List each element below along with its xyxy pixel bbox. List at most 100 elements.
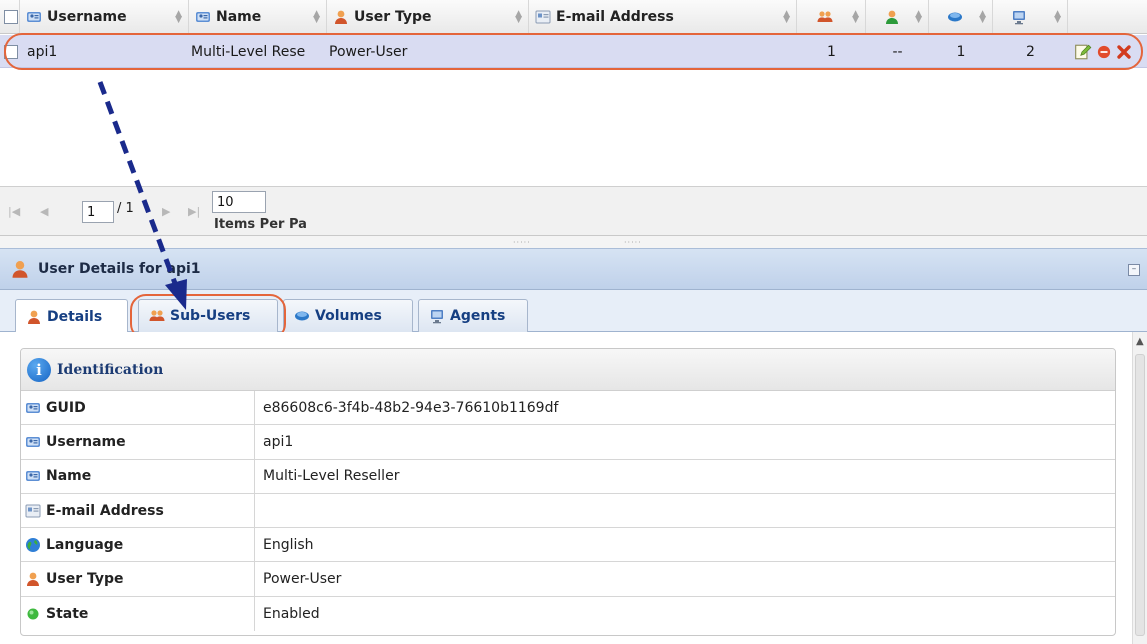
user-type-icon (335, 10, 347, 24)
first-page-icon[interactable]: |◀ (8, 205, 20, 218)
user-type-icon (27, 572, 39, 587)
field-value: api1 (263, 433, 294, 450)
pager: |◀ ◀ / 1 ▶ ▶| Items Per Pa (0, 186, 1147, 236)
cell-email[interactable] (529, 35, 797, 68)
email-card-icon (25, 504, 41, 518)
column-email[interactable]: E-mail Address ▲ ▼ (529, 0, 797, 34)
tab-volumes[interactable]: Volumes (283, 299, 413, 332)
column-name[interactable]: Name ▲ ▼ (189, 0, 327, 34)
row-actions (1068, 35, 1147, 68)
sort-icon[interactable]: ▲ ▼ (175, 10, 182, 25)
column-agents[interactable]: ▲ ▼ (993, 0, 1068, 34)
user-type-icon (12, 261, 28, 278)
table-row[interactable]: api1 Multi-Level Rese Power-User 1 -- 1 … (0, 35, 1147, 68)
splitter-grip[interactable]: ····· (513, 238, 531, 247)
column-users[interactable]: ▲ ▼ (866, 0, 929, 34)
user-type-icon (28, 310, 40, 324)
cell-user-type[interactable]: Power-User (327, 35, 529, 68)
email-card-icon (535, 10, 551, 24)
field-label: Username (21, 425, 255, 459)
field-value: Power-User (263, 571, 342, 588)
sort-icon[interactable]: ▲ ▼ (313, 10, 320, 25)
page-count: / 1 (117, 201, 134, 216)
field-value: Multi-Level Reseller (263, 468, 400, 485)
user-card-icon (26, 471, 40, 482)
field-row-guid: GUID e86608c6-3f4b-48b2-94e3-76610b1169d… (21, 391, 1115, 426)
scroll-thumb[interactable] (1135, 354, 1145, 636)
field-row-username: Username api1 (21, 425, 1115, 460)
disable-icon[interactable] (1097, 45, 1111, 59)
sort-icon[interactable]: ▲ ▼ (783, 10, 790, 25)
column-user-type[interactable]: User Type ▲ ▼ (327, 0, 529, 34)
field-label-text: User Type (46, 571, 124, 588)
row-checkbox[interactable] (4, 44, 18, 59)
volume-icon (295, 311, 309, 321)
cell-agents-count[interactable]: 2 (993, 35, 1068, 68)
field-label: User Type (21, 562, 255, 596)
column-sub-users[interactable]: ▲ ▼ (797, 0, 866, 34)
sort-icon[interactable]: ▲ ▼ (979, 10, 986, 25)
cell-volumes-count[interactable]: 1 (929, 35, 993, 68)
field-value (255, 494, 1115, 527)
sort-icon[interactable]: ▲ ▼ (852, 10, 859, 25)
edit-icon[interactable] (1074, 43, 1092, 61)
field-label-text: E-mail Address (46, 502, 164, 519)
field-row-email: E-mail Address (21, 493, 1115, 529)
delete-icon[interactable] (1116, 44, 1132, 60)
scroll-up-icon[interactable]: ▲ (1136, 336, 1144, 347)
field-label-text: Name (46, 468, 92, 485)
column-label: E-mail Address (556, 9, 674, 25)
volume-icon (948, 12, 962, 22)
tab-sub-users[interactable]: Sub-Users (138, 299, 278, 332)
grid-header: Username ▲ ▼ Name ▲ ▼ User Type ▲ ▼ E-mail … (0, 0, 1147, 34)
select-all-checkbox[interactable] (4, 10, 18, 24)
user-icon (886, 10, 898, 24)
details-panel-header: User Details for api1 – (0, 248, 1147, 290)
status-dot-icon (27, 608, 39, 620)
splitter-grip[interactable]: ····· (624, 238, 642, 247)
field-row-user-type: User Type Power-User (21, 562, 1115, 597)
cell-sub-users-count[interactable]: 1 (797, 35, 866, 68)
column-volumes[interactable]: ▲ ▼ (929, 0, 993, 34)
section-title: Identification (57, 361, 164, 378)
field-label: Name (21, 459, 255, 493)
field-label-text: State (46, 605, 89, 622)
tab-label: Volumes (315, 308, 382, 324)
cell-name[interactable]: Multi-Level Rese (189, 35, 327, 68)
sub-users-icon (817, 11, 833, 22)
column-label: Name (216, 9, 262, 25)
identification-header: i Identification (21, 349, 1115, 391)
collapse-icon[interactable]: – (1128, 264, 1140, 276)
cell-users-count[interactable]: -- (866, 35, 929, 68)
column-username[interactable]: Username ▲ ▼ (20, 0, 189, 34)
field-label-text: Username (46, 433, 126, 450)
tab-label: Agents (450, 308, 506, 324)
page-number-input[interactable] (82, 201, 114, 223)
users-grid: Username ▲ ▼ Name ▲ ▼ User Type ▲ ▼ E-mail … (0, 0, 1147, 236)
field-label-text: GUID (46, 399, 86, 416)
field-label: GUID (21, 391, 255, 425)
prev-page-icon[interactable]: ◀ (40, 205, 48, 218)
identification-section: i Identification GUID e86608c6-3f4b-48b2… (20, 348, 1116, 636)
row-select-cell (0, 35, 20, 68)
user-card-icon (196, 12, 210, 22)
splitter[interactable]: ····· ····· (0, 236, 1147, 248)
sort-icon[interactable]: ▲ ▼ (915, 10, 922, 25)
tab-details[interactable]: Details (15, 299, 128, 333)
cell-username[interactable]: api1 (20, 35, 189, 68)
items-per-page-input[interactable] (212, 191, 266, 213)
field-label: State (21, 596, 255, 632)
field-value: e86608c6-3f4b-48b2-94e3-76610b1169df (263, 399, 559, 416)
details-scrollbar[interactable]: ▲ (1132, 332, 1147, 644)
tab-label: Details (47, 308, 103, 325)
user-card-icon (26, 402, 40, 413)
sort-icon[interactable]: ▲ ▼ (1054, 10, 1061, 25)
sort-icon[interactable]: ▲ ▼ (515, 10, 522, 25)
user-card-icon (27, 12, 41, 22)
next-page-icon[interactable]: ▶ (162, 205, 170, 218)
column-actions (1068, 0, 1147, 34)
tab-agents[interactable]: Agents (418, 299, 528, 332)
field-label: Language (21, 528, 255, 562)
last-page-icon[interactable]: ▶| (188, 205, 200, 218)
field-label-text: Language (46, 536, 124, 553)
